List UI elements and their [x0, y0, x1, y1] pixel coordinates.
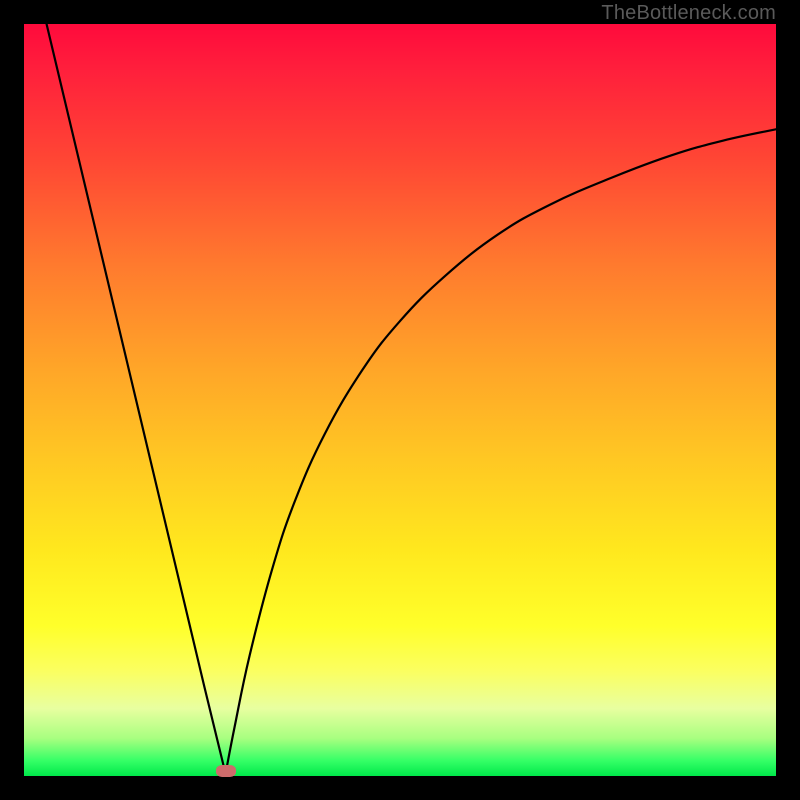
chart-frame: TheBottleneck.com	[0, 0, 800, 800]
plot-area	[24, 24, 776, 776]
bottleneck-curve	[24, 24, 776, 776]
vertex-marker	[216, 765, 236, 777]
attribution-text: TheBottleneck.com	[601, 2, 776, 25]
